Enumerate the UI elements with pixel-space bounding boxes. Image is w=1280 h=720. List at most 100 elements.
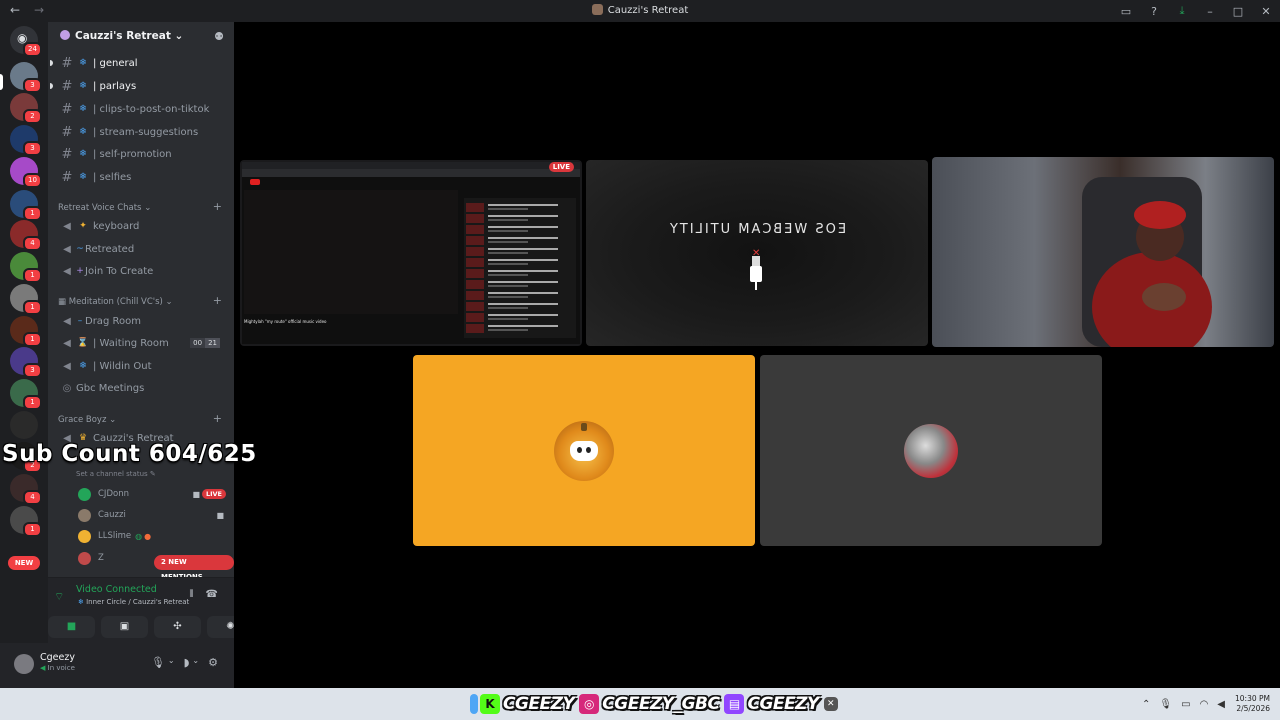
voice-channel-drag-room[interactable]: ◀ – Drag Room (56, 311, 228, 331)
server-icon[interactable]: 4 (10, 474, 42, 505)
chevron-down-icon[interactable]: ⌄ (192, 656, 199, 669)
server-name-header[interactable]: Cauzzi's Retreat ⌄ (60, 30, 183, 42)
voice-channel-retreated[interactable]: ◀ ~ Retreated (56, 239, 228, 259)
channel-status-prompt[interactable]: Set a channel status ✎ (76, 470, 156, 478)
wifi-icon[interactable]: ◠ (1200, 699, 1209, 710)
channel-label: Retreated (85, 243, 135, 255)
server-icon[interactable]: 1 (10, 190, 42, 221)
category-grace-boyz[interactable]: Grace Boyz ⌄ (58, 415, 116, 425)
voice-user-cauzzi[interactable]: Cauzzi ■ (78, 506, 226, 524)
chevron-down-icon[interactable]: ⌄ (168, 656, 175, 669)
channel-label: | Wildin Out (93, 360, 152, 372)
voice-channel-keyboard[interactable]: ◀ ✦ keyboard (56, 216, 228, 236)
voice-user-llslime[interactable]: LLSlime ◍ ● (78, 527, 226, 545)
download-icon[interactable]: ⤓ (1168, 4, 1196, 18)
server-icon[interactable]: 10 (10, 157, 42, 188)
voice-channel-waiting-room[interactable]: ◀ ⌛ | Waiting Room 00 21 (56, 333, 228, 353)
participant-tile-pumpkin[interactable] (413, 355, 755, 546)
signal-icon[interactable]: ⌔ (54, 590, 64, 604)
channel-general[interactable]: # ❄ | general (50, 53, 228, 73)
server-icon[interactable]: 4 (10, 220, 42, 251)
voice-channel-join-to-create[interactable]: ◀ + Join To Create (56, 261, 228, 281)
browser-tabbar (242, 162, 580, 169)
taskbar: K CGEEZY ◎ CGEEZY_GBC ▤ CGEEZY ✕ ⌃ 🎙 ▭ ◠… (0, 688, 1280, 720)
playlist-row (466, 268, 574, 278)
invite-people-icon[interactable]: ⚉ (214, 30, 224, 43)
channel-self-promotion[interactable]: # ❄ | self-promotion (56, 144, 228, 164)
stage-channel-gbc-meetings[interactable]: ◎ Gbc Meetings (56, 378, 228, 398)
server-icon[interactable]: 1 (10, 379, 42, 410)
channel-label: | self-promotion (93, 148, 172, 160)
voice-status[interactable]: Video Connected (76, 584, 157, 595)
volume-icon[interactable]: ◀ (1217, 699, 1225, 710)
server-icon[interactable]: 3 (10, 125, 42, 156)
category-label: Grace Boyz (58, 415, 107, 425)
video-thumbnail (466, 280, 484, 289)
avatar (78, 529, 91, 543)
webcam-placeholder-tile[interactable]: EOS WEBCAM UTILITY ✕ (586, 160, 928, 346)
avatar[interactable] (14, 654, 34, 674)
noise-suppression-icon[interactable]: ⫴ (189, 589, 193, 600)
stage-icon: ◎ (62, 382, 72, 394)
add-channel-icon[interactable]: + (213, 412, 222, 425)
channel-stream-suggestions[interactable]: # ❄ | stream-suggestions (56, 122, 228, 142)
video-thumbnail (466, 225, 484, 234)
server-icon[interactable]: 3 (10, 62, 42, 93)
help-icon[interactable]: ? (1140, 5, 1168, 18)
camera-button[interactable]: ■ (48, 616, 95, 638)
webcam-tile-streamer[interactable] (932, 157, 1274, 347)
settings-gear-icon[interactable]: ⚙ (208, 656, 218, 669)
hash-icon: # (61, 55, 73, 71)
server-icon[interactable]: 3 (10, 347, 42, 378)
headphones-icon[interactable]: ◗ (184, 656, 190, 669)
excel-icon[interactable]: ✕ (823, 697, 838, 711)
voice-location[interactable]: ❄ Inner Circle / Cauzzi's Retreat (78, 598, 189, 606)
maximize-icon[interactable]: □ (1224, 5, 1252, 18)
channel-parlays[interactable]: # ❄ | parlays (50, 76, 228, 96)
window-title-text: Cauzzi's Retreat (607, 5, 689, 16)
voice-channel-wildin-out[interactable]: ◀ ❄ | Wildin Out (56, 356, 228, 376)
add-channel-icon[interactable]: + (213, 294, 222, 307)
instagram-handle: CGEEZY_GBC (602, 694, 720, 714)
category-meditation[interactable]: ▦ Meditation (Chill VC's) ⌄ (58, 297, 173, 307)
server-icon[interactable]: 1 (10, 316, 42, 347)
inbox-icon[interactable]: ▭ (1112, 5, 1140, 18)
playlist-row (466, 323, 574, 333)
home-button[interactable]: ◉ 24 (10, 26, 42, 57)
display-icon[interactable]: ▭ (1181, 699, 1190, 710)
screen-share-button[interactable]: ▣ (101, 616, 148, 638)
video-title-line (488, 303, 558, 305)
channel-selfies[interactable]: # ❄ | selfies (56, 167, 228, 187)
microphone-icon[interactable]: 🎙 (151, 656, 165, 669)
user-status: ◀ In voice (40, 664, 75, 672)
user-limit: 00 21 (190, 338, 220, 348)
participant-tile-user[interactable] (760, 355, 1102, 546)
chevron-up-icon[interactable]: ⌃ (1142, 699, 1150, 710)
windows-start-icon[interactable] (470, 694, 478, 714)
system-tray: ⌃ 🎙 ▭ ◠ ◀ 10:30 PM 2/5/2026 (1133, 688, 1270, 720)
category-retreat-voice[interactable]: Retreat Voice Chats ⌄ (58, 203, 151, 213)
channel-clips[interactable]: # ❄ | clips-to-post-on-tiktok (56, 99, 228, 119)
video-thumbnail (466, 214, 484, 223)
server-icon[interactable]: 1 (10, 284, 42, 315)
server-icon[interactable] (10, 411, 38, 439)
channel-emoji-icon: ❄ (79, 149, 87, 159)
activities-button[interactable]: ✣ (154, 616, 201, 638)
server-icon[interactable]: 2 (10, 93, 42, 124)
user-count: 00 (190, 338, 206, 348)
server-icon[interactable]: 1 (10, 252, 42, 283)
close-icon[interactable]: ✕ (1252, 5, 1280, 18)
new-mentions-pill[interactable]: 2 NEW MENTIONS (154, 555, 234, 581)
server-badge: 1 (23, 522, 42, 537)
add-channel-icon[interactable]: + (213, 200, 222, 213)
video-meta-line (488, 285, 528, 287)
youtube-logo-icon (250, 179, 260, 185)
clock[interactable]: 10:30 PM 2/5/2026 (1235, 694, 1270, 714)
screen-share-tile[interactable]: Mightylah "my route" official music vide… (240, 160, 582, 346)
server-icon[interactable]: 1 (10, 506, 42, 537)
minimize-icon[interactable]: – (1196, 5, 1224, 18)
disconnect-icon[interactable]: ☎ (206, 589, 218, 600)
username[interactable]: Cgeezy (40, 652, 75, 663)
voice-user-cjdonn[interactable]: CJDonn ■ LIVE (78, 485, 226, 503)
microphone-icon[interactable]: 🎙 (1159, 699, 1172, 710)
